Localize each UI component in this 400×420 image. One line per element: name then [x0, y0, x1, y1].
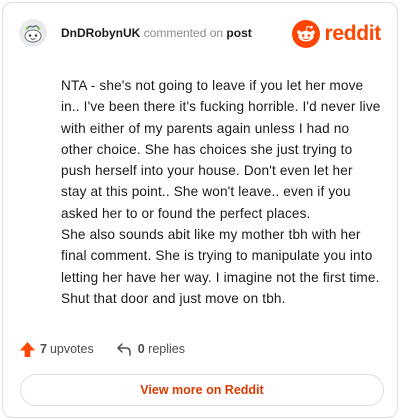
upvote-arrow-icon — [19, 341, 36, 357]
post-link[interactable]: post — [226, 26, 251, 40]
comment-body: NTA - she's not going to leave if you le… — [61, 75, 381, 309]
comment-header: DnDRobynUK commented on post reddit — [19, 17, 383, 53]
reply-label: replies — [148, 342, 185, 356]
comment-paragraph: NTA - she's not going to leave if you le… — [61, 78, 381, 221]
reply-count: 0 — [137, 342, 145, 356]
byline-action: commented on — [143, 26, 224, 40]
snoo-avatar-icon[interactable] — [19, 19, 47, 47]
upvote-label: upvotes — [49, 342, 94, 356]
upvote-count: 7 — [40, 342, 47, 356]
reply-button[interactable]: 0 replies — [116, 341, 185, 357]
comment-paragraph: She also sounds abit like my mother tbh … — [61, 227, 380, 306]
reddit-logo-icon — [292, 20, 321, 48]
reply-count-label: 0 replies — [138, 342, 185, 356]
comment-embed-card: DnDRobynUK commented on post reddit NTA … — [2, 2, 398, 418]
reddit-wordmark: reddit — [324, 22, 381, 45]
comment-footer: 7 upvotes 0 replies — [19, 339, 185, 359]
username-link[interactable]: DnDRobynUK — [61, 26, 140, 40]
upvote-button[interactable]: 7 upvotes — [19, 341, 94, 358]
view-more-button[interactable]: View more on Reddit — [20, 374, 384, 406]
comment-byline: DnDRobynUK commented on post — [61, 26, 252, 40]
reddit-logo[interactable]: reddit — [292, 19, 381, 49]
reply-arrow-icon — [116, 343, 131, 356]
